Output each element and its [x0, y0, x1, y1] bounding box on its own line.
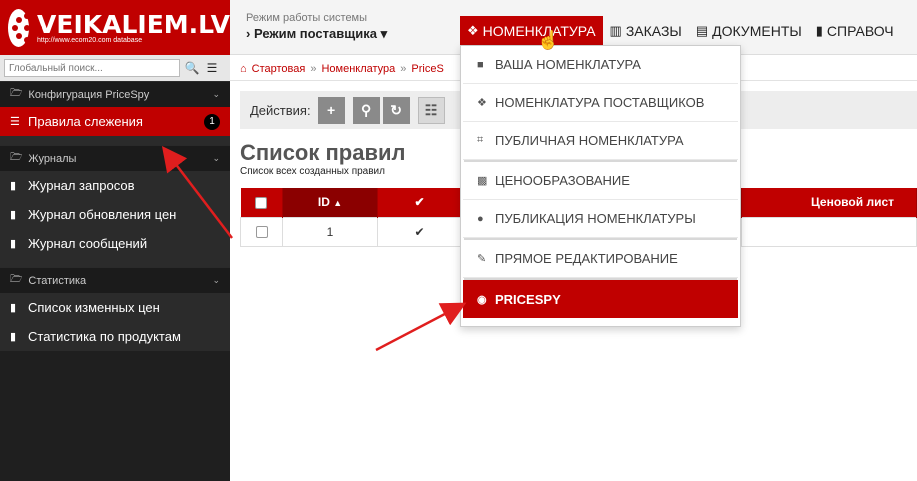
- annotation-arrow-menu: [375, 302, 467, 352]
- annotation-arrow-sidebar: [161, 146, 233, 239]
- annotation-arrows: [161, 146, 467, 352]
